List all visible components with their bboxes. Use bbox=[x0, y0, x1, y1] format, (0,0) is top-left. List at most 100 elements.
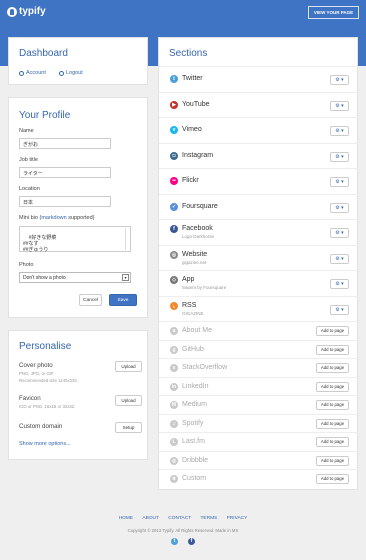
location-label: Location bbox=[19, 186, 40, 192]
section-subtitle: gigazine.net bbox=[182, 259, 207, 265]
section-settings-button[interactable]: ⚙ ▾ bbox=[330, 100, 349, 111]
logout-link[interactable]: Logout bbox=[59, 70, 83, 76]
rss-icon: ◟ bbox=[170, 301, 178, 310]
section-name: Spotify bbox=[182, 419, 204, 427]
section-subtitle: Swarm by Foursquare bbox=[182, 285, 227, 290]
mini-bio-label: Mini bio (markdown supported) bbox=[19, 215, 95, 221]
section-row-custom: ★ Custom Add to page bbox=[159, 469, 359, 488]
add-to-page-button[interactable]: Add to page bbox=[316, 437, 349, 447]
job-title-field[interactable]: ライター bbox=[19, 167, 111, 178]
markdown-link[interactable]: markdown bbox=[41, 215, 66, 221]
section-name: Twitter bbox=[182, 75, 203, 82]
section-row-last-fm: L Last.fm Add to page bbox=[159, 432, 359, 451]
user-icon bbox=[19, 70, 24, 76]
name-field[interactable]: ぎがお bbox=[19, 138, 111, 149]
section-settings-button[interactable]: ⚙ ▾ bbox=[330, 151, 349, 162]
section-settings-button[interactable]: ⚙ ▾ bbox=[330, 228, 349, 238]
section-settings-button[interactable]: ⚙ ▾ bbox=[330, 279, 349, 289]
add-to-page-button[interactable]: Add to page bbox=[316, 418, 349, 429]
section-name: Foursquare bbox=[182, 202, 218, 210]
section-settings-button[interactable]: ⚙ ▾ bbox=[330, 202, 349, 213]
add-to-page-button[interactable]: Add to page bbox=[316, 474, 349, 484]
section-name: YouTube bbox=[182, 100, 210, 108]
section-row-rss: ◟ RSS GIGAZINE ⚙ ▾ bbox=[159, 295, 359, 321]
section-row-foursquare: ✓ Foursquare ⚙ ▾ bbox=[159, 193, 359, 219]
footer-link-about[interactable]: ABOUT bbox=[142, 516, 159, 521]
spotify-icon: ♫ bbox=[170, 419, 178, 428]
logo[interactable]: typify bbox=[7, 6, 46, 17]
section-name: Website bbox=[182, 250, 208, 258]
facebook-icon[interactable]: f bbox=[188, 538, 195, 545]
foursquare-icon: ✓ bbox=[170, 202, 178, 211]
section-row-app: ◇ App Swarm by Foursquare ⚙ ▾ bbox=[159, 270, 359, 295]
mini-bio-textarea[interactable]: #好きな野菜 ##なす ##ぎゅうり bbox=[19, 226, 131, 253]
section-settings-button[interactable]: ⚙ ▾ bbox=[330, 75, 349, 85]
view-your-page-button[interactable]: VIEW YOUR PAGE bbox=[308, 6, 359, 19]
add-to-page-button[interactable]: Add to page bbox=[316, 326, 349, 336]
add-to-page-button[interactable]: Add to page bbox=[316, 455, 349, 466]
dropdown-arrow-icon: ▾ bbox=[122, 274, 129, 281]
add-to-page-button[interactable]: Add to page bbox=[316, 400, 349, 410]
twitter-icon[interactable]: t bbox=[171, 538, 178, 545]
favicon-upload-button[interactable]: Upload bbox=[115, 395, 142, 406]
github-icon: g bbox=[170, 345, 178, 354]
section-name: Dribbble bbox=[182, 456, 209, 464]
section-name: App bbox=[182, 276, 195, 283]
section-name: Instagram bbox=[182, 151, 214, 159]
dashboard-title: Dashboard bbox=[19, 48, 68, 59]
photo-select-value: Don't show a photo bbox=[23, 275, 66, 281]
favicon-label: Favicon bbox=[19, 395, 41, 402]
custom-icon: ★ bbox=[170, 475, 178, 483]
save-button[interactable]: Save bbox=[109, 294, 137, 306]
section-settings-button[interactable]: ⚙ ▾ bbox=[330, 126, 349, 136]
about-me-icon: a bbox=[170, 327, 178, 335]
section-row-instagram: ◘ Instagram ⚙ ▾ bbox=[159, 142, 359, 168]
section-row-stackoverflow: s StackOverflow Add to page bbox=[159, 358, 359, 377]
custom-domain-label: Custom domain bbox=[19, 423, 63, 430]
cover-photo-hint: PNG, JPG, or GIF. bbox=[19, 371, 55, 376]
flickr-icon: •• bbox=[170, 177, 178, 185]
textarea-scrollbar[interactable] bbox=[125, 228, 129, 250]
section-subtitle: Logo Darkhorse bbox=[182, 234, 215, 239]
section-settings-button[interactable]: ⚙ ▾ bbox=[330, 253, 349, 264]
section-row-youtube: ▶ YouTube ⚙ ▾ bbox=[159, 91, 359, 117]
youtube-icon: ▶ bbox=[170, 100, 178, 109]
section-name: Medium bbox=[182, 401, 207, 408]
section-name: Vimeo bbox=[182, 126, 202, 133]
website-icon: ◎ bbox=[170, 250, 178, 259]
medium-icon: M bbox=[170, 401, 178, 409]
photo-select[interactable]: Don't show a photo ▾ bbox=[19, 272, 131, 283]
account-label: Account bbox=[26, 70, 46, 76]
section-row-about-me: a About Me Add to page bbox=[159, 321, 359, 340]
last-fm-icon: L bbox=[170, 438, 178, 446]
stackoverflow-icon: s bbox=[170, 364, 178, 372]
add-to-page-button[interactable]: Add to page bbox=[316, 381, 349, 392]
section-name: LinkedIn bbox=[182, 382, 209, 390]
profile-card: Your Profile Name ぎがお Job title ライター Loc… bbox=[8, 97, 148, 318]
location-field[interactable]: 日本 bbox=[19, 196, 111, 207]
footer-nav: HOME ABOUT CONTACT TERMS PRIVACY bbox=[0, 516, 366, 521]
section-settings-button[interactable]: ⚙ ▾ bbox=[330, 304, 349, 315]
mini-bio-label-suffix: supported) bbox=[66, 215, 95, 221]
name-label: Name bbox=[19, 128, 34, 134]
add-to-page-button[interactable]: Add to page bbox=[316, 344, 349, 355]
custom-domain-setup-button[interactable]: Setup bbox=[115, 422, 142, 433]
mini-bio-label-text: Mini bio ( bbox=[19, 215, 42, 221]
section-row-medium: M Medium Add to page bbox=[159, 395, 359, 414]
cover-upload-button[interactable]: Upload bbox=[115, 361, 142, 372]
section-row-github: g GitHub Add to page bbox=[159, 339, 359, 359]
section-row-twitter: t Twitter ⚙ ▾ bbox=[159, 66, 359, 91]
footer-link-home[interactable]: HOME bbox=[119, 516, 133, 521]
logo-text: typify bbox=[19, 6, 46, 17]
footer-link-privacy[interactable]: PRIVACY bbox=[227, 516, 248, 521]
account-link[interactable]: Account bbox=[19, 70, 46, 76]
section-settings-button[interactable]: ⚙ ▾ bbox=[330, 177, 349, 187]
footer-link-contact[interactable]: CONTACT bbox=[168, 516, 191, 521]
cancel-button[interactable]: Cancel bbox=[79, 294, 102, 306]
footer-link-terms[interactable]: TERMS bbox=[200, 516, 217, 521]
favicon-hint: ICO or PNG, 16x16 or 32x32. bbox=[19, 404, 76, 409]
vimeo-icon: v bbox=[170, 126, 178, 134]
add-to-page-button[interactable]: Add to page bbox=[316, 363, 349, 373]
dashboard-card: Dashboard Account Logout bbox=[8, 37, 148, 85]
show-more-options-link[interactable]: Show more options... bbox=[19, 441, 71, 447]
